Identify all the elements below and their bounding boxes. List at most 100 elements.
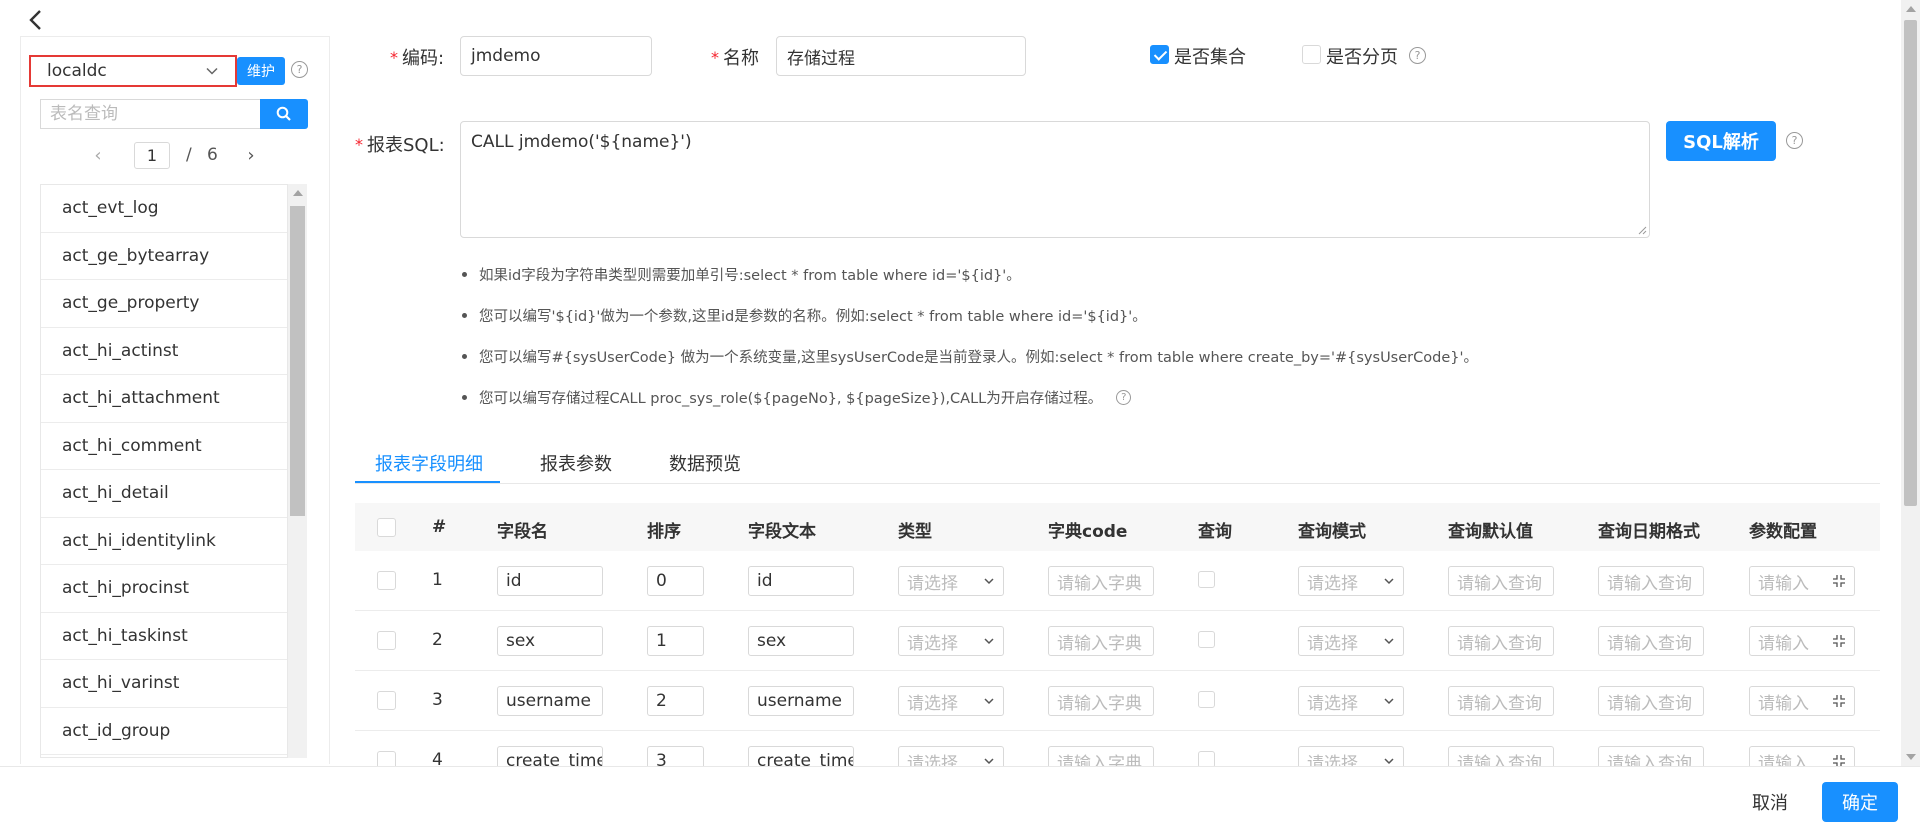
order-input[interactable]: 0: [647, 566, 704, 596]
field-name-input[interactable]: username: [497, 686, 603, 716]
chevron-down-icon: [1384, 638, 1394, 645]
list-item[interactable]: act_hi_comment: [41, 423, 287, 470]
is-collection-checkbox[interactable]: [1150, 45, 1169, 64]
row-checkbox[interactable]: [377, 691, 396, 710]
list-item[interactable]: act_hi_procinst: [41, 565, 287, 613]
column-header: 查询日期格式: [1598, 522, 1700, 542]
column-header: 类型: [898, 522, 932, 542]
select-all-checkbox[interactable]: [377, 518, 396, 537]
query-mode-select[interactable]: 请选择: [1298, 686, 1404, 716]
field-name-input[interactable]: id: [497, 566, 603, 596]
column-header: 查询模式: [1298, 522, 1366, 542]
expand-icon[interactable]: [1832, 634, 1846, 648]
code-label: * 编码:: [390, 47, 445, 70]
field-name-input[interactable]: sex: [497, 626, 603, 656]
maintain-button[interactable]: 维护: [237, 57, 285, 85]
expand-icon[interactable]: [1832, 574, 1846, 588]
list-item[interactable]: act_ge_property: [41, 280, 287, 328]
list-item[interactable]: act_hi_identitylink: [41, 518, 287, 565]
query-checkbox[interactable]: [1198, 631, 1215, 648]
column-header: 排序: [647, 522, 681, 542]
page-scrollbar[interactable]: [1901, 0, 1920, 766]
search-button[interactable]: [260, 99, 308, 129]
type-select[interactable]: 请选择: [898, 566, 1004, 596]
query-default-input[interactable]: 请输入查询: [1448, 686, 1554, 716]
list-item[interactable]: act_hi_detail: [41, 470, 287, 518]
type-select[interactable]: 请选择: [898, 686, 1004, 716]
name-label: * 名称: [711, 47, 759, 70]
date-format-input[interactable]: 请输入查询: [1598, 626, 1704, 656]
param-config-input[interactable]: 请输入: [1749, 626, 1855, 656]
code-input[interactable]: jmdemo: [460, 36, 652, 76]
name-input[interactable]: 存储过程: [776, 36, 1026, 76]
date-format-input[interactable]: 请输入查询: [1598, 566, 1704, 596]
field-text-input[interactable]: username: [748, 686, 854, 716]
param-config-input[interactable]: 请输入: [1749, 566, 1855, 596]
next-page-icon[interactable]: ›: [241, 143, 261, 167]
row-checkbox[interactable]: [377, 631, 396, 650]
tip-item: 如果id字段为字符串类型则需要加单引号:select * from table …: [460, 254, 1478, 295]
is-collection-label: 是否集合: [1174, 47, 1246, 68]
sql-textarea[interactable]: CALL jmdemo('${name}'): [460, 121, 1650, 238]
dict-code-input[interactable]: 请输入字典: [1048, 686, 1154, 716]
field-text-input[interactable]: id: [748, 566, 854, 596]
param-config-input[interactable]: 请输入: [1749, 686, 1855, 716]
table-list-scrollbar[interactable]: [288, 184, 307, 758]
scroll-down-icon[interactable]: [1906, 754, 1916, 760]
is-paging-checkbox[interactable]: [1302, 45, 1321, 64]
query-mode-select[interactable]: 请选择: [1298, 566, 1404, 596]
list-item[interactable]: act_hi_attachment: [41, 375, 287, 423]
help-icon[interactable]: ?: [1409, 47, 1426, 64]
field-text-input[interactable]: sex: [748, 626, 854, 656]
pager-total: 6: [207, 145, 218, 165]
type-select[interactable]: 请选择: [898, 626, 1004, 656]
tab-field-details[interactable]: 报表字段明细: [375, 450, 483, 476]
table-search-input[interactable]: [40, 99, 260, 129]
dialog-footer: [0, 766, 1920, 829]
param-config-placeholder: 请输入: [1758, 573, 1809, 594]
expand-icon[interactable]: [1832, 694, 1846, 708]
help-icon[interactable]: ?: [1116, 390, 1132, 405]
is-paging-label: 是否分页: [1326, 47, 1398, 68]
scroll-up-icon[interactable]: [293, 190, 303, 196]
list-item[interactable]: act_hi_taskinst: [41, 613, 287, 660]
query-default-input[interactable]: 请输入查询: [1448, 626, 1554, 656]
column-header: 参数配置: [1749, 522, 1817, 542]
list-item[interactable]: act_hi_actinst: [41, 328, 287, 375]
chevron-down-icon: [206, 67, 218, 75]
confirm-button[interactable]: 确定: [1822, 782, 1898, 822]
list-item[interactable]: act_evt_log: [41, 185, 287, 233]
active-tab-indicator: [355, 481, 500, 483]
column-header: 字段名: [497, 522, 548, 542]
date-format-input[interactable]: 请输入查询: [1598, 686, 1704, 716]
resize-grip-icon[interactable]: [1637, 225, 1647, 235]
list-item[interactable]: act_ge_bytearray: [41, 233, 287, 280]
tab-data-preview[interactable]: 数据预览: [669, 450, 741, 476]
row-index: 2: [432, 630, 443, 650]
order-input[interactable]: 2: [647, 686, 704, 716]
dict-code-input[interactable]: 请输入字典: [1048, 626, 1154, 656]
dict-code-input[interactable]: 请输入字典: [1048, 566, 1154, 596]
back-icon[interactable]: [24, 6, 48, 34]
list-item[interactable]: act_id_group: [41, 708, 287, 755]
order-input[interactable]: 1: [647, 626, 704, 656]
scrollbar-thumb[interactable]: [290, 206, 305, 516]
tab-report-params[interactable]: 报表参数: [540, 450, 612, 476]
cancel-button[interactable]: 取消: [1740, 784, 1800, 820]
query-checkbox[interactable]: [1198, 691, 1215, 708]
row-checkbox[interactable]: [377, 571, 396, 590]
prev-page-icon[interactable]: ‹: [88, 143, 108, 167]
page-number-input[interactable]: [134, 142, 170, 169]
query-checkbox[interactable]: [1198, 571, 1215, 588]
list-item[interactable]: act_hi_varinst: [41, 660, 287, 708]
scroll-up-icon[interactable]: [1906, 6, 1916, 12]
sql-parse-button[interactable]: SQL解析: [1666, 121, 1776, 161]
query-default-input[interactable]: 请输入查询: [1448, 566, 1554, 596]
search-icon: [276, 106, 291, 121]
datasource-select[interactable]: localdc: [29, 55, 237, 87]
help-icon[interactable]: ?: [291, 61, 308, 78]
help-icon[interactable]: ?: [1786, 132, 1803, 149]
pager-separator: /: [186, 145, 192, 165]
query-mode-select[interactable]: 请选择: [1298, 626, 1404, 656]
scrollbar-thumb[interactable]: [1904, 20, 1917, 506]
